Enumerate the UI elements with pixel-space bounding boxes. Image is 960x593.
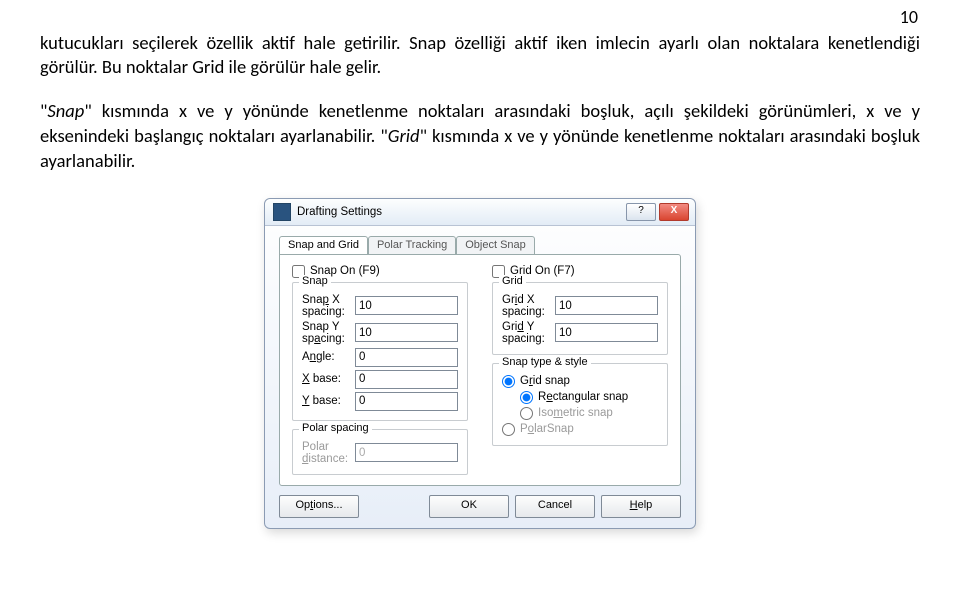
rectangular-label: Rectangular snap: [538, 391, 628, 403]
pdist-label: Polar distance:: [302, 441, 355, 465]
ybase-input[interactable]: [355, 392, 458, 411]
paragraph-2: "Snap" kısmında x ve y yönünde kenetlenm…: [40, 99, 920, 174]
options-button[interactable]: Options...: [279, 495, 359, 518]
angle-input[interactable]: [355, 348, 458, 367]
ok-button[interactable]: OK: [429, 495, 509, 518]
tab-polar-tracking[interactable]: Polar Tracking: [368, 236, 456, 254]
snapy-input[interactable]: [355, 323, 458, 342]
gridsnap-label: Grid snap: [520, 375, 570, 387]
app-icon: [273, 203, 291, 221]
drafting-settings-dialog: Drafting Settings ? X Snap and Grid Pola…: [264, 198, 696, 529]
gridy-label: Grid Y spacing:: [502, 321, 555, 345]
xbase-label: X base:: [302, 373, 355, 385]
help-button-bottom[interactable]: Help: [601, 495, 681, 518]
rectangular-radio[interactable]: [520, 391, 533, 404]
gridx-label: Grid X spacing:: [502, 294, 555, 318]
grid-group-label: Grid: [499, 275, 526, 287]
angle-label: Angle:: [302, 351, 355, 363]
isometric-radio[interactable]: [520, 407, 533, 420]
snapx-label: Snap X spacing:: [302, 294, 355, 318]
polarsnap-label: PolarSnap: [520, 423, 574, 435]
paragraph-1: kutucukları seçilerek özellik aktif hale…: [40, 31, 920, 81]
polarsnap-radio[interactable]: [502, 423, 515, 436]
xbase-input[interactable]: [355, 370, 458, 389]
titlebar[interactable]: Drafting Settings ? X: [265, 199, 695, 226]
page-number: 10: [900, 6, 918, 28]
pdist-input: [355, 443, 458, 462]
cancel-button[interactable]: Cancel: [515, 495, 595, 518]
isometric-label: Isometric snap: [538, 407, 613, 419]
polar-spacing-group-label: Polar spacing: [299, 422, 372, 434]
snap-style-group-label: Snap type & style: [499, 356, 591, 368]
dialog-title: Drafting Settings: [297, 206, 623, 218]
gridsnap-radio[interactable]: [502, 375, 515, 388]
snapy-label: Snap Y spacing:: [302, 321, 355, 345]
tab-object-snap[interactable]: Object Snap: [456, 236, 535, 254]
snap-group-label: Snap: [299, 275, 331, 287]
gridy-input[interactable]: [555, 323, 658, 342]
help-button[interactable]: ?: [626, 203, 656, 221]
gridx-input[interactable]: [555, 296, 658, 315]
ybase-label: Y base:: [302, 395, 355, 407]
tab-snap-and-grid[interactable]: Snap and Grid: [279, 236, 368, 254]
close-button[interactable]: X: [659, 203, 689, 221]
snapx-input[interactable]: [355, 296, 458, 315]
